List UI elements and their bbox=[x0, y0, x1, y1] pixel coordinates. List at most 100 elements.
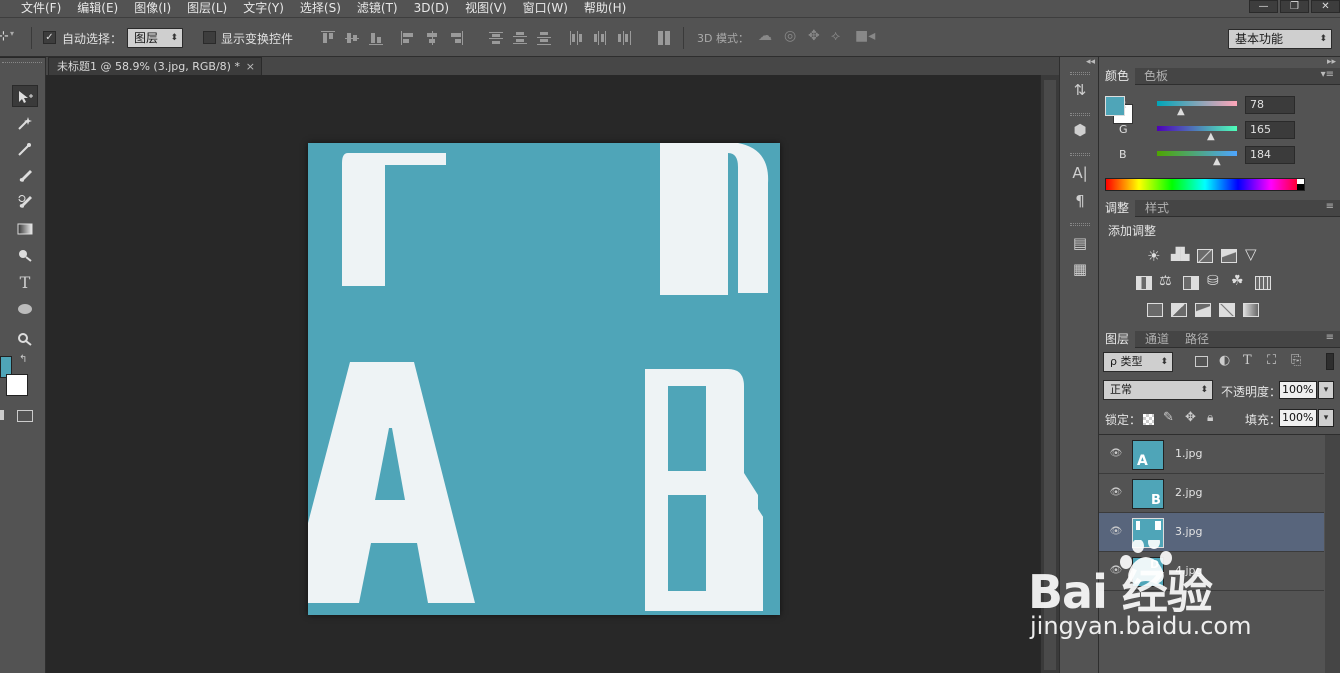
close-tab-icon[interactable]: × bbox=[246, 58, 255, 75]
history-panel-icon[interactable]: ⇅ bbox=[1070, 80, 1090, 100]
layer-filter-dropdown[interactable]: ρ 类型 ⬍ bbox=[1103, 352, 1173, 372]
gradient-map-icon[interactable] bbox=[1243, 303, 1259, 317]
magic-wand-tool[interactable] bbox=[12, 112, 38, 134]
3d-pan-icon[interactable]: ✥ bbox=[808, 28, 820, 44]
color-lookup-icon[interactable] bbox=[1255, 276, 1271, 290]
dodge-tool[interactable] bbox=[12, 244, 38, 266]
layer-row[interactable]: 👁︎ B 2.jpg bbox=[1099, 474, 1324, 513]
tab-adjustments[interactable]: 调整 bbox=[1099, 200, 1136, 217]
background-color-swatch[interactable] bbox=[6, 374, 28, 396]
menu-select[interactable]: 选择(S) bbox=[292, 0, 349, 17]
hue-saturation-icon[interactable] bbox=[1136, 276, 1152, 290]
3d-scale-icon[interactable]: ■◂ bbox=[855, 28, 875, 44]
menu-help[interactable]: 帮助(H) bbox=[576, 0, 634, 17]
type-tool[interactable]: T bbox=[12, 272, 38, 294]
distribute-vcenter-icon[interactable] bbox=[513, 31, 527, 45]
fill-dropdown-arrow[interactable]: ▾ bbox=[1318, 409, 1334, 427]
layer-name[interactable]: 2.jpg bbox=[1175, 486, 1203, 499]
filter-smart-object-icon[interactable]: ⎘ bbox=[1291, 353, 1301, 368]
black-white-icon[interactable] bbox=[1183, 276, 1199, 290]
history-brush-tool[interactable] bbox=[12, 191, 38, 213]
visibility-eye-icon[interactable]: 👁︎ bbox=[1109, 525, 1123, 539]
lock-transparent-icon[interactable] bbox=[1143, 414, 1154, 425]
blue-slider[interactable]: B ▲ 184 bbox=[1119, 146, 1339, 167]
paragraph-panel-icon[interactable]: ¶ bbox=[1070, 191, 1090, 211]
posterize-icon[interactable] bbox=[1171, 303, 1187, 317]
move-tool[interactable] bbox=[12, 85, 38, 107]
panel-menu-icon[interactable]: ≡ bbox=[1326, 201, 1334, 212]
fill-input[interactable]: 100% bbox=[1279, 409, 1317, 427]
tab-swatches[interactable]: 色板 bbox=[1138, 68, 1174, 85]
swap-colors-icon[interactable]: ↰ bbox=[19, 354, 27, 365]
brightness-contrast-icon[interactable]: ☀ bbox=[1147, 247, 1160, 265]
gradient-tool[interactable] bbox=[12, 218, 38, 240]
tab-channels[interactable]: 通道 bbox=[1139, 331, 1175, 348]
channel-mixer-icon[interactable]: ☘ bbox=[1231, 273, 1244, 289]
menu-view[interactable]: 视图(V) bbox=[457, 0, 515, 17]
collapse-left-icon[interactable]: ◂◂ bbox=[1086, 57, 1095, 67]
auto-align-icon[interactable] bbox=[657, 31, 671, 45]
layer-row[interactable]: 👁︎ A 1.jpg bbox=[1099, 435, 1324, 474]
green-slider[interactable]: G ▲ 165 bbox=[1119, 121, 1339, 142]
opacity-input[interactable]: 100% bbox=[1279, 381, 1317, 399]
blue-value-input[interactable]: 184 bbox=[1245, 146, 1295, 164]
screen-mode-icon[interactable] bbox=[17, 410, 33, 422]
align-hcenter-icon[interactable] bbox=[425, 31, 439, 45]
menu-layer[interactable]: 图层(L) bbox=[179, 0, 235, 17]
invert-icon[interactable] bbox=[1147, 303, 1163, 317]
quick-mask-icon[interactable] bbox=[0, 410, 4, 420]
minimize-button[interactable]: — bbox=[1249, 0, 1278, 13]
lock-all-icon[interactable]: 🔒︎ bbox=[1207, 410, 1213, 425]
layer-name[interactable]: 1.jpg bbox=[1175, 447, 1203, 460]
lock-image-icon[interactable]: ✎ bbox=[1163, 410, 1174, 425]
tab-paths[interactable]: 路径 bbox=[1179, 331, 1215, 348]
align-right-icon[interactable] bbox=[449, 31, 463, 45]
auto-select-checkbox[interactable]: ✓ bbox=[43, 31, 56, 44]
distribute-left-icon[interactable] bbox=[569, 31, 583, 45]
3d-slide-icon[interactable]: ⟡ bbox=[831, 28, 840, 44]
3d-orbit-icon[interactable]: ☁ bbox=[758, 28, 772, 44]
red-value-input[interactable]: 78 bbox=[1245, 96, 1295, 114]
3d-panel-icon[interactable]: ⬢ bbox=[1070, 120, 1090, 140]
opacity-dropdown-arrow[interactable]: ▾ bbox=[1318, 381, 1334, 399]
show-transform-checkbox[interactable] bbox=[203, 31, 216, 44]
document-canvas[interactable] bbox=[308, 143, 780, 615]
filter-toggle-switch[interactable] bbox=[1326, 353, 1334, 370]
visibility-eye-icon[interactable]: 👁︎ bbox=[1109, 486, 1123, 500]
restore-button[interactable]: ❐ bbox=[1280, 0, 1309, 13]
preset-chevron-icon[interactable]: ▾ bbox=[10, 29, 14, 38]
menu-edit[interactable]: 编辑(E) bbox=[69, 0, 126, 17]
3d-roll-icon[interactable]: ◎ bbox=[784, 28, 796, 44]
align-bottom-icon[interactable] bbox=[369, 31, 383, 45]
align-vcenter-icon[interactable] bbox=[345, 31, 359, 45]
panel-menu-icon[interactable]: ≡ bbox=[1326, 332, 1334, 343]
notes-panel-icon[interactable]: ▦ bbox=[1070, 259, 1090, 279]
visibility-eye-icon[interactable]: 👁︎ bbox=[1109, 447, 1123, 461]
workspace-dropdown[interactable]: 基本功能 ⬍ bbox=[1228, 29, 1332, 49]
menu-file[interactable]: 文件(F) bbox=[0, 0, 69, 17]
layers-scrollbar[interactable] bbox=[1325, 435, 1340, 673]
selective-color-icon[interactable] bbox=[1219, 303, 1235, 317]
color-spectrum-ramp[interactable] bbox=[1105, 178, 1305, 191]
tab-styles[interactable]: 样式 bbox=[1139, 200, 1175, 217]
tab-layers[interactable]: 图层 bbox=[1099, 331, 1136, 348]
collapse-right-icon[interactable]: ▸▸ bbox=[1327, 57, 1336, 67]
filter-shape-icon[interactable]: ⛶ bbox=[1267, 353, 1276, 368]
ellipse-tool[interactable] bbox=[12, 298, 38, 320]
threshold-icon[interactable] bbox=[1195, 303, 1211, 317]
levels-icon[interactable]: ▟▙ bbox=[1171, 247, 1189, 261]
distribute-hcenter-icon[interactable] bbox=[593, 31, 607, 45]
character-panel-icon[interactable]: A| bbox=[1070, 163, 1090, 183]
exposure-icon[interactable] bbox=[1221, 249, 1237, 263]
auto-select-target-dropdown[interactable]: 图层 ⬍ bbox=[127, 28, 183, 48]
filter-adjustment-icon[interactable]: ◐ bbox=[1219, 353, 1230, 368]
menu-type[interactable]: 文字(Y) bbox=[235, 0, 292, 17]
close-button[interactable]: ✕ bbox=[1311, 0, 1340, 13]
lock-position-icon[interactable]: ✥ bbox=[1185, 410, 1196, 425]
libraries-panel-icon[interactable]: ▤ bbox=[1070, 233, 1090, 253]
vibrance-icon[interactable]: ▽ bbox=[1245, 245, 1257, 263]
blue-knob[interactable]: ▲ bbox=[1213, 156, 1221, 167]
tab-color[interactable]: 颜色 bbox=[1099, 68, 1136, 85]
black-swatch[interactable] bbox=[1297, 184, 1304, 190]
filter-pixel-icon[interactable] bbox=[1195, 356, 1208, 367]
